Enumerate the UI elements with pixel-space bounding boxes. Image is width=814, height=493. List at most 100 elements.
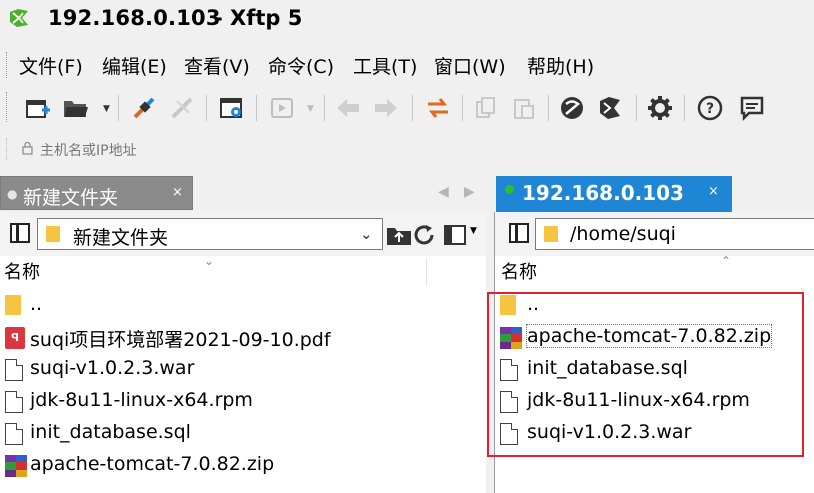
window-title-host: 192.168.0.103 [48,6,221,30]
file-row[interactable]: init_database.sql [495,354,814,386]
file-row[interactable]: .. [0,290,486,322]
folder-icon [5,295,21,315]
file-row[interactable]: suqi-v1.0.2.3.war [495,418,814,450]
local-file-pane: 新建文件夹 ⌄ ▼ ⌄ 名称 .. ꟼ suqi项目环境部署2021-09-10.p… [0,212,486,493]
remote-file-pane: /home/suqi ⌃ 名称 .. apache-tomcat-7.0.82.z… [494,212,814,493]
file-name: .. [527,293,540,315]
lock-icon [22,141,33,155]
host-address-input[interactable]: 主机名或IP地址 [40,140,137,160]
menu-file[interactable]: 文件(F) [17,52,85,79]
file-icon [5,423,23,445]
folder-icon [46,226,60,242]
title-bar: 192.168.0.103 - Xftp 5 [0,0,814,38]
connect-icon[interactable] [130,94,158,122]
address-grip[interactable] [6,138,9,160]
tab-remote-session[interactable]: 192.168.0.103 × [496,176,732,212]
remote-path-bar: /home/suqi [495,212,814,256]
forward-arrow-icon [372,94,400,122]
play-icon [268,94,296,122]
file-icon [500,359,518,381]
file-icon [5,359,23,381]
file-row[interactable]: apache-tomcat-7.0.82.zip [495,322,814,354]
menu-bar: 文件(F) 编辑(E) 查看(V) 命令(C) 工具(T) 窗口(W) 帮助(H… [0,48,814,82]
file-row[interactable]: jdk-8u11-linux-x64.rpm [0,386,486,418]
file-row[interactable]: init_database.sql [0,418,486,450]
properties-icon[interactable] [218,94,246,122]
play-dropdown-icon: ▼ [307,104,314,114]
file-name: init_database.sql [30,421,191,443]
file-icon [5,391,23,413]
pdf-icon: ꟼ [5,327,25,349]
file-name: suqi项目环境部署2021-09-10.pdf [30,329,331,351]
menu-window[interactable]: 窗口(W) [432,52,508,79]
gear-icon[interactable] [646,94,674,122]
toolbar-grip[interactable] [6,92,9,122]
column-header-name[interactable]: 名称 [4,258,40,288]
view-dropdown-icon[interactable]: ▼ [470,226,477,236]
sort-indicator-icon: ⌃ [721,254,732,268]
address-bar: 主机名或IP地址 [0,134,814,164]
view-mode-icon[interactable] [443,224,469,246]
chevron-down-icon[interactable]: ⌄ [360,225,373,243]
transfer-icon[interactable] [424,94,452,122]
open-folder-icon[interactable] [62,94,90,122]
file-row[interactable]: suqi-v1.0.2.3.war [0,354,486,386]
refresh-icon[interactable] [413,224,437,246]
local-path-text: 新建文件夹 [73,227,169,249]
xftp-logo-icon [10,9,28,27]
file-row[interactable]: ꟼ suqi项目环境部署2021-09-10.pdf [0,322,486,354]
local-path-input[interactable]: 新建文件夹 ⌄ [37,218,383,250]
open-dropdown-icon[interactable]: ▼ [103,104,110,114]
tab-scroll-right-icon[interactable]: ▶ [464,184,475,200]
tab-close-button[interactable]: × [172,185,183,200]
back-arrow-icon [334,94,362,122]
toolbar: ▼ ▼ ? [0,86,814,130]
new-session-icon[interactable] [24,94,52,122]
file-name: apache-tomcat-7.0.82.zip [30,453,275,475]
folder-icon [544,226,558,242]
menu-tools[interactable]: 工具(T) [351,52,419,79]
file-row[interactable]: .. [495,290,814,322]
remote-path-text: /home/suqi [570,223,676,245]
disconnect-icon [168,94,196,122]
tab-status-dot: ● [7,187,18,201]
menu-help[interactable]: 帮助(H) [525,52,596,79]
file-name: suqi-v1.0.2.3.war [527,421,692,443]
svg-text:?: ? [706,101,714,117]
panel-toggle-icon[interactable] [10,223,30,243]
up-folder-icon[interactable] [386,224,412,246]
chat-icon[interactable] [738,94,766,122]
menu-command[interactable]: 命令(C) [266,52,336,79]
file-name: init_database.sql [527,357,688,379]
copy-icon [472,94,500,122]
tab-local-label: 新建文件夹 [23,187,119,209]
column-header-name[interactable]: 名称 [501,258,537,288]
help-icon[interactable]: ? [696,94,724,122]
xshell-icon[interactable] [558,94,586,122]
remote-path-input[interactable]: /home/suqi [535,218,814,250]
winrar-archive-icon [5,455,27,477]
tab-remote-label: 192.168.0.103 [522,181,684,205]
winrar-archive-icon [500,327,522,349]
xftp-icon[interactable] [596,94,624,122]
menu-view[interactable]: 查看(V) [182,52,252,79]
panel-toggle-icon[interactable] [509,223,529,243]
menu-grip[interactable] [6,52,9,78]
file-name: jdk-8u11-linux-x64.rpm [527,389,750,411]
window-title-app: - Xftp 5 [214,6,303,30]
file-name: jdk-8u11-linux-x64.rpm [30,389,253,411]
folder-icon [500,295,516,315]
menu-edit[interactable]: 编辑(E) [100,52,169,79]
file-name: apache-tomcat-7.0.82.zip [525,324,773,348]
file-name: .. [30,293,43,315]
tab-scroll-left-icon[interactable]: ◀ [438,184,449,200]
tab-close-button[interactable]: × [708,184,719,199]
file-row[interactable]: apache-tomcat-7.0.82.zip [0,450,486,482]
pane-divider[interactable] [486,212,494,493]
connected-status-dot [505,185,514,194]
tab-local-folder[interactable]: ● 新建文件夹 × [0,176,193,210]
file-row[interactable]: jdk-8u11-linux-x64.rpm [495,386,814,418]
file-icon [500,423,518,445]
file-icon [500,391,518,413]
file-name: suqi-v1.0.2.3.war [30,357,195,379]
